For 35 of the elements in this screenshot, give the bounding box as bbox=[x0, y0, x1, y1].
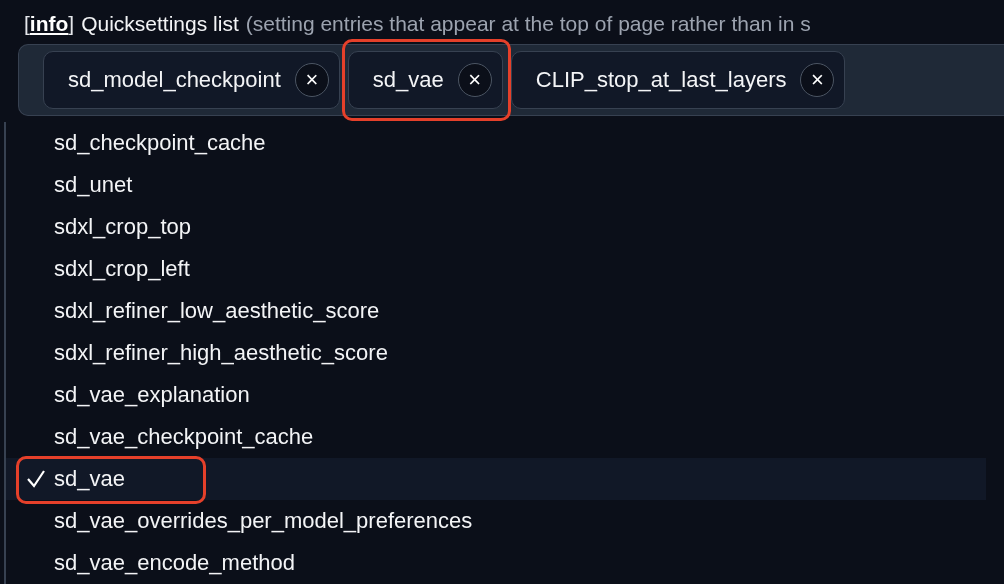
dropdown-option[interactable]: sdxl_refiner_high_aesthetic_score bbox=[6, 332, 986, 374]
chip-label: CLIP_stop_at_last_layers bbox=[535, 67, 787, 93]
bracket-text: ] bbox=[68, 12, 75, 36]
option-label: sd_vae_encode_method bbox=[54, 550, 295, 576]
check-icon bbox=[26, 469, 46, 489]
bracket-text: [ bbox=[24, 12, 30, 36]
remove-button[interactable]: × bbox=[457, 63, 492, 97]
option-label: sd_vae_overrides_per_model_preferences bbox=[54, 508, 473, 534]
tag-chip[interactable]: CLIP_stop_at_last_layers × bbox=[510, 51, 846, 109]
remove-button[interactable]: × bbox=[800, 63, 835, 97]
option-label: sd_checkpoint_cache bbox=[54, 130, 266, 156]
option-label: sd_vae_explanation bbox=[54, 382, 250, 408]
dropdown-option[interactable]: sd_unet bbox=[6, 164, 986, 206]
dropdown-option[interactable]: sdxl_crop_top bbox=[6, 206, 986, 248]
dropdown-option[interactable]: sd_vae_encode_method bbox=[6, 542, 986, 584]
option-label: sdxl_refiner_high_aesthetic_score bbox=[54, 340, 388, 366]
option-label: sdxl_refiner_low_aesthetic_score bbox=[54, 298, 380, 324]
dropdown-option[interactable]: sdxl_refiner_low_aesthetic_score bbox=[6, 290, 986, 332]
option-label: sdxl_crop_top bbox=[54, 214, 191, 240]
dropdown-option[interactable]: sd_vae_overrides_per_model_preferences bbox=[6, 500, 986, 542]
chip-label: sd_vae bbox=[372, 67, 444, 93]
option-label: sd_unet bbox=[54, 172, 133, 198]
dropdown-option[interactable]: sdxl_crop_left bbox=[6, 248, 986, 290]
option-label: sd_vae_checkpoint_cache bbox=[54, 424, 314, 450]
setting-hint: (setting entries that appear at the top of page rather than in s bbox=[245, 12, 811, 36]
dropdown-option[interactable]: sd_vae_checkpoint_cache bbox=[6, 416, 986, 458]
chip-label: sd_model_checkpoint bbox=[68, 67, 281, 93]
setting-label: Quicksettings list bbox=[81, 12, 239, 36]
dropdown-option[interactable]: sd_checkpoint_cache bbox=[6, 122, 986, 164]
tag-chip[interactable]: sd_model_checkpoint × bbox=[43, 51, 340, 109]
option-label: sdxl_crop_left bbox=[54, 256, 190, 282]
option-label: sd_vae bbox=[54, 466, 125, 492]
tag-chip[interactable]: sd_vae × bbox=[347, 51, 503, 109]
dropdown-option[interactable]: sd_vae_explanation bbox=[6, 374, 986, 416]
remove-button[interactable]: × bbox=[294, 63, 329, 97]
